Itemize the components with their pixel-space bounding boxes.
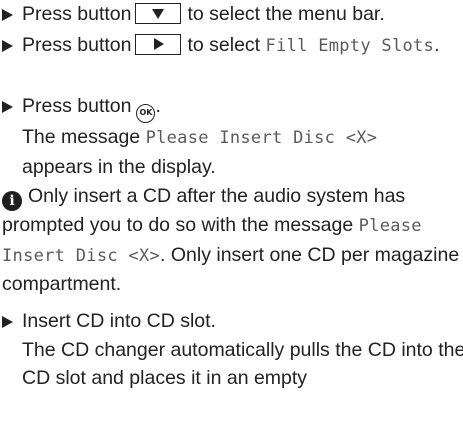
info-icon: i [2,191,22,211]
step-4-text: Insert CD into CD slot. [22,310,216,332]
bullet-arrow-icon [2,9,13,21]
step-1-text-after: to select the menu bar. [187,3,385,25]
down-arrow-button-icon [135,3,182,24]
step-2-end: . [434,34,440,56]
right-arrow-button-icon [135,34,182,55]
step-2-text-before: Press button [22,34,132,56]
step-3-end: . [155,95,161,117]
step-4: Insert CD into CD slot. The CD changer a… [2,307,463,393]
bullet-arrow-icon [2,316,13,328]
step-2-menu-item: Fill Empty Slots [265,36,435,56]
step-4-result: The CD changer automatically pulls the C… [22,338,463,390]
step-1-text-before: Press button [22,3,132,25]
step-2: Press button to select Fill Empty Slots. [2,31,462,61]
step-3: Press button OK. The message Please Inser… [2,92,463,181]
bullet-arrow-icon [2,40,13,52]
ok-button-icon: OK [136,104,156,123]
step-3-text-before: Press button [22,95,132,117]
info-note: i Only insert a CD after the audio system… [2,182,460,299]
step-3-result-after: appears in the display. [22,155,216,178]
step-3-result-before: The message [22,126,141,148]
note-text-1: Only insert a CD after the audio system … [2,185,406,236]
step-2-text-after: to select [187,34,261,56]
step-3-result-message: Please Insert Disc <X> [145,128,378,148]
step-1: Press button to select the menu bar. [2,0,463,29]
bullet-arrow-icon [2,101,13,113]
